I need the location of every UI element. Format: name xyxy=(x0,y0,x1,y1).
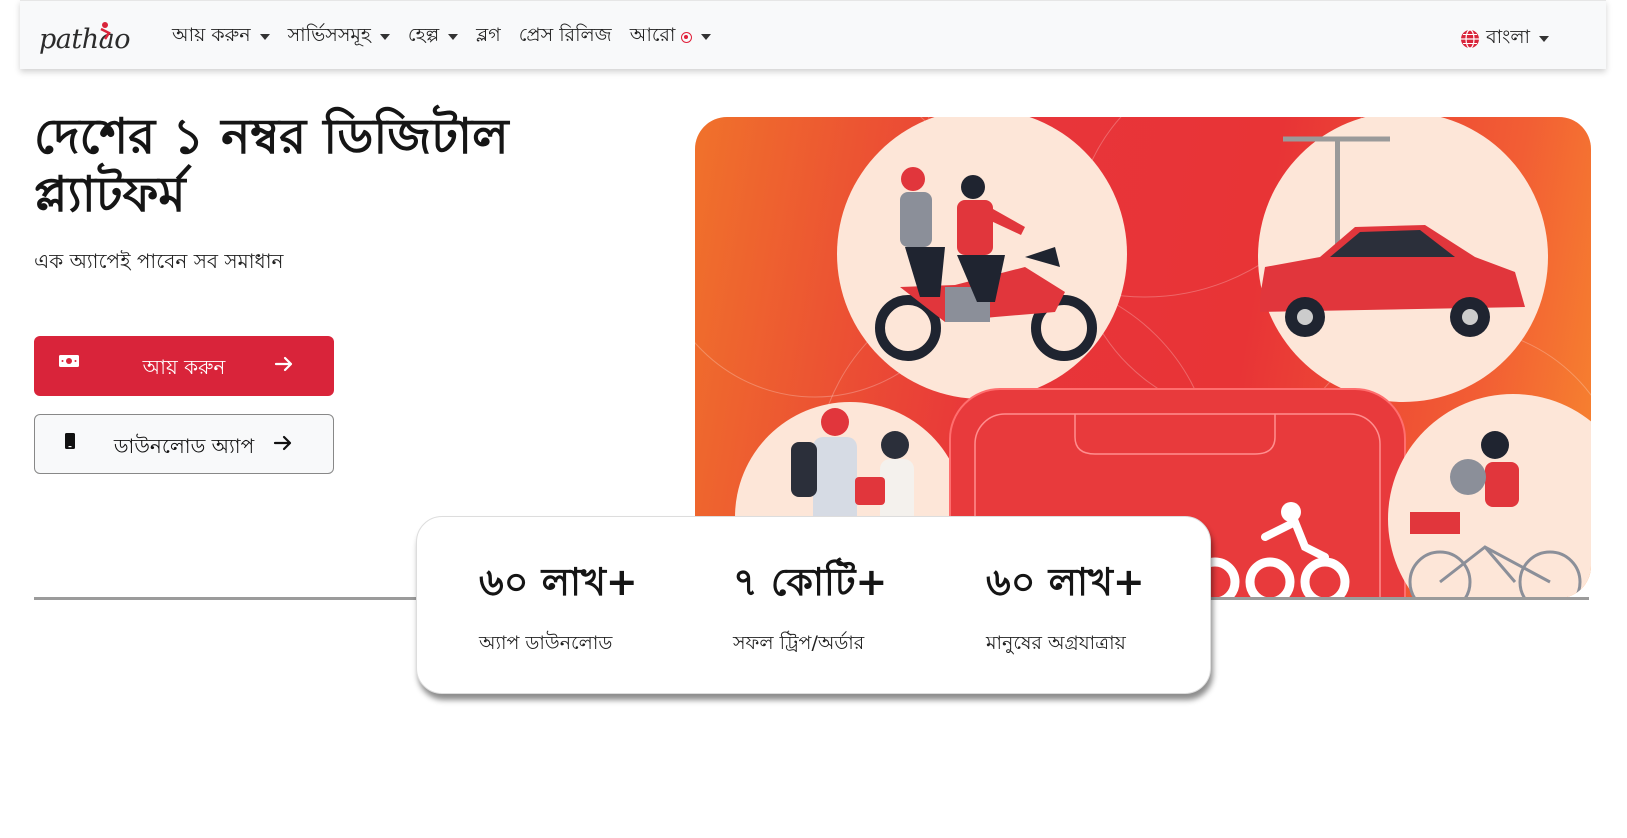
hero-title: দেশের ১ নম্বর ডিজিটাল প্ল্যাটফর্ম xyxy=(34,108,509,223)
stat-trips: ৭ কোটি+ সফল ট্রিপ/অর্ডার xyxy=(733,553,887,661)
download-app-button[interactable]: ডাউনলোড অ্যাপ xyxy=(34,414,334,474)
arrow-right-icon xyxy=(274,356,293,372)
top-navbar: pathao আয় করুন সার্ভিসসমূহ হেল্প ব্লগ প… xyxy=(20,0,1606,69)
stat-downloads: ৬০ লাখ+ অ্যাপ ডাউনলোড xyxy=(479,553,638,661)
nav-more[interactable]: আরো xyxy=(630,21,712,53)
stats-card: ৬০ লাখ+ অ্যাপ ডাউনলোড ৭ কোটি+ সফল ট্রিপ/… xyxy=(416,516,1211,694)
earn-button[interactable]: আয় করুন xyxy=(34,336,334,396)
pathao-logo[interactable]: pathao xyxy=(39,19,130,55)
nav-help[interactable]: হেল্প xyxy=(407,21,459,53)
stat-value: ৬০ লাখ+ xyxy=(479,560,638,604)
cyclist-scene xyxy=(1388,394,1591,598)
hero-subtitle: এক অ্যাপেই পাবেন সব সমাধান xyxy=(34,249,284,273)
motorbike-scene xyxy=(837,117,1127,399)
chevron-down-icon xyxy=(448,34,459,40)
chevron-down-icon xyxy=(379,34,390,40)
arrow-right-icon xyxy=(273,435,292,451)
nav-services[interactable]: সার্ভিসসমূহ xyxy=(288,21,390,53)
chevron-down-icon xyxy=(1539,36,1549,42)
chevron-down-icon xyxy=(701,34,712,40)
stat-label: অ্যাপ ডাউনলোড xyxy=(479,632,613,654)
nav-menu: আয় করুন সার্ভিসসমূহ হেল্প ব্লগ প্রেস রি… xyxy=(172,21,729,53)
nav-press-release[interactable]: প্রেস রিলিজ xyxy=(519,21,612,53)
nav-help-label: হেল্প xyxy=(407,24,440,46)
nav-earn[interactable]: আয় করুন xyxy=(172,21,270,53)
nav-earn-label: আয় করুন xyxy=(172,24,251,46)
chevron-down-icon xyxy=(259,34,270,40)
stat-label: মানুষের অগ্রযাত্রায় xyxy=(986,632,1126,654)
stat-value: ৬০ লাখ+ xyxy=(986,560,1145,604)
stat-label: সফল ট্রিপ/অর্ডার xyxy=(733,632,865,654)
nav-blog[interactable]: ব্লগ xyxy=(476,21,501,53)
bicycle-icon xyxy=(100,22,111,40)
car-scene xyxy=(1258,117,1548,402)
nav-services-label: সার্ভিসসমূহ xyxy=(287,24,371,46)
stat-people: ৬০ লাখ+ মানুষের অগ্রযাত্রায় xyxy=(986,553,1145,661)
language-selector[interactable]: বাংলা xyxy=(1460,23,1549,55)
globe-icon xyxy=(1461,29,1480,49)
live-dot-icon xyxy=(681,31,693,43)
nav-press-label: প্রেস রিলিজ xyxy=(518,24,612,46)
stat-value: ৭ কোটি+ xyxy=(733,560,888,604)
language-label: বাংলা xyxy=(1486,26,1530,48)
nav-blog-label: ব্লগ xyxy=(476,24,501,46)
nav-more-label: আরো xyxy=(629,24,676,46)
